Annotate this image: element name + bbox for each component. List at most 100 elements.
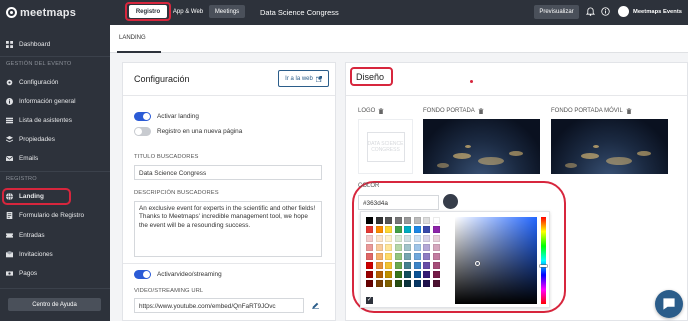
bell-icon[interactable]: [585, 7, 596, 16]
color-swatch[interactable]: [423, 280, 430, 287]
color-hex-input[interactable]: #363d4a: [358, 195, 439, 210]
color-swatch[interactable]: [404, 244, 411, 251]
edit-video-button[interactable]: [309, 299, 322, 312]
color-swatch[interactable]: [413, 244, 421, 251]
cover-mobile-image[interactable]: [551, 119, 668, 174]
color-swatch[interactable]: [385, 253, 392, 260]
color-swatch[interactable]: [375, 226, 383, 233]
sidebar-item-informacion-general[interactable]: Información general: [0, 94, 110, 108]
saturation-value-area[interactable]: [455, 217, 537, 304]
color-swatch[interactable]: [366, 271, 373, 278]
cover-image[interactable]: [423, 119, 540, 174]
color-swatch[interactable]: [432, 217, 440, 224]
sidebar-item-invitaciones[interactable]: Invitaciones: [0, 247, 110, 261]
color-swatch[interactable]: [366, 226, 373, 233]
sidebar-item-emails[interactable]: Emails: [0, 151, 110, 165]
color-swatch[interactable]: [385, 262, 392, 269]
color-swatch[interactable]: [375, 253, 383, 260]
color-swatch[interactable]: [394, 280, 402, 287]
trash-icon[interactable]: [478, 108, 484, 114]
tab-landing[interactable]: LANDING: [119, 35, 146, 41]
picker-cursor[interactable]: [475, 261, 480, 266]
sidebar-item-pagos[interactable]: Pagos: [0, 266, 110, 280]
color-swatch[interactable]: [432, 244, 440, 251]
color-swatch[interactable]: [404, 271, 411, 278]
avatar[interactable]: [618, 6, 629, 17]
preview-button[interactable]: Previsualizar: [534, 5, 579, 19]
seo-title-input[interactable]: Data Science Congress: [134, 165, 322, 180]
color-swatch[interactable]: [375, 217, 383, 224]
color-swatch[interactable]: [432, 226, 440, 233]
color-swatch[interactable]: [366, 217, 373, 224]
color-swatch[interactable]: [423, 226, 430, 233]
color-swatch[interactable]: [413, 217, 421, 224]
landing-toggle[interactable]: [134, 112, 151, 121]
checkbox-checked[interactable]: ✓: [366, 297, 373, 304]
color-swatch[interactable]: [375, 262, 383, 269]
color-swatch[interactable]: [413, 271, 421, 278]
trash-icon[interactable]: [626, 108, 632, 114]
color-swatch[interactable]: [394, 253, 402, 260]
color-swatch[interactable]: [366, 280, 373, 287]
color-swatch[interactable]: [385, 271, 392, 278]
color-swatch[interactable]: [413, 280, 421, 287]
color-swatch[interactable]: [385, 280, 392, 287]
sidebar-item-configuracion[interactable]: Configuración: [0, 75, 110, 89]
color-swatch[interactable]: [423, 244, 430, 251]
color-swatch[interactable]: [385, 226, 392, 233]
color-swatch[interactable]: [432, 262, 440, 269]
help-center-button[interactable]: Centro de Ayuda: [8, 298, 101, 311]
sidebar-item-dashboard[interactable]: Dashboard: [0, 37, 110, 51]
video-toggle[interactable]: [134, 270, 151, 279]
seo-desc-textarea[interactable]: An exclusive event for experts in the sc…: [134, 201, 322, 257]
color-swatch[interactable]: [413, 253, 421, 260]
info-icon[interactable]: [601, 7, 610, 16]
color-swatch[interactable]: [404, 253, 411, 260]
sidebar-item-lista-asistentes[interactable]: Lista de asistentes: [0, 113, 110, 127]
chat-button[interactable]: [655, 290, 683, 318]
color-swatch[interactable]: [404, 235, 411, 242]
color-swatch[interactable]: [413, 235, 421, 242]
color-swatch[interactable]: [423, 262, 430, 269]
color-swatch[interactable]: [423, 217, 430, 224]
trash-icon[interactable]: [378, 108, 384, 114]
sidebar-item-formulario-registro[interactable]: Formulario de Registro: [0, 208, 110, 222]
user-name[interactable]: Meetmaps Events: [633, 9, 682, 15]
color-swatch[interactable]: [432, 280, 440, 287]
color-swatch[interactable]: [385, 217, 392, 224]
color-swatch[interactable]: [404, 217, 411, 224]
hue-handle[interactable]: [540, 265, 547, 267]
color-swatch[interactable]: [385, 244, 392, 251]
color-swatch[interactable]: [375, 235, 383, 242]
go-to-web-button[interactable]: Ir a la web: [278, 70, 329, 87]
color-swatch[interactable]: [394, 226, 402, 233]
color-swatch[interactable]: [404, 262, 411, 269]
color-preview-swatch[interactable]: [443, 194, 458, 209]
tab-app-web[interactable]: App & Web: [171, 5, 205, 18]
color-swatch[interactable]: [366, 244, 373, 251]
color-swatch[interactable]: [394, 244, 402, 251]
sidebar-item-propiedades[interactable]: Propiedades: [0, 132, 110, 146]
color-swatch[interactable]: [375, 244, 383, 251]
logo-upload[interactable]: DATA SCIENCE CONGRESS: [358, 119, 413, 174]
color-swatch[interactable]: [375, 280, 383, 287]
color-swatch[interactable]: [413, 226, 421, 233]
color-swatch[interactable]: [404, 226, 411, 233]
video-url-input[interactable]: https://www.youtube.com/embed/QnFaRT9JOv…: [134, 298, 304, 313]
color-swatch[interactable]: [423, 271, 430, 278]
color-swatch[interactable]: [413, 262, 421, 269]
color-swatch[interactable]: [394, 271, 402, 278]
color-swatch[interactable]: [432, 235, 440, 242]
color-swatch[interactable]: [432, 253, 440, 260]
tab-meetings[interactable]: Meetings: [209, 5, 245, 18]
color-swatch[interactable]: [394, 217, 402, 224]
sidebar-item-landing[interactable]: Landing: [2, 188, 71, 205]
color-swatch[interactable]: [423, 235, 430, 242]
color-swatch[interactable]: [375, 271, 383, 278]
new-page-toggle[interactable]: [134, 127, 151, 136]
color-swatch[interactable]: [366, 262, 373, 269]
color-swatch[interactable]: [404, 280, 411, 287]
tab-registro[interactable]: Registro: [129, 5, 167, 18]
sidebar-item-entradas[interactable]: Entradas: [0, 228, 110, 242]
color-swatch[interactable]: [432, 271, 440, 278]
